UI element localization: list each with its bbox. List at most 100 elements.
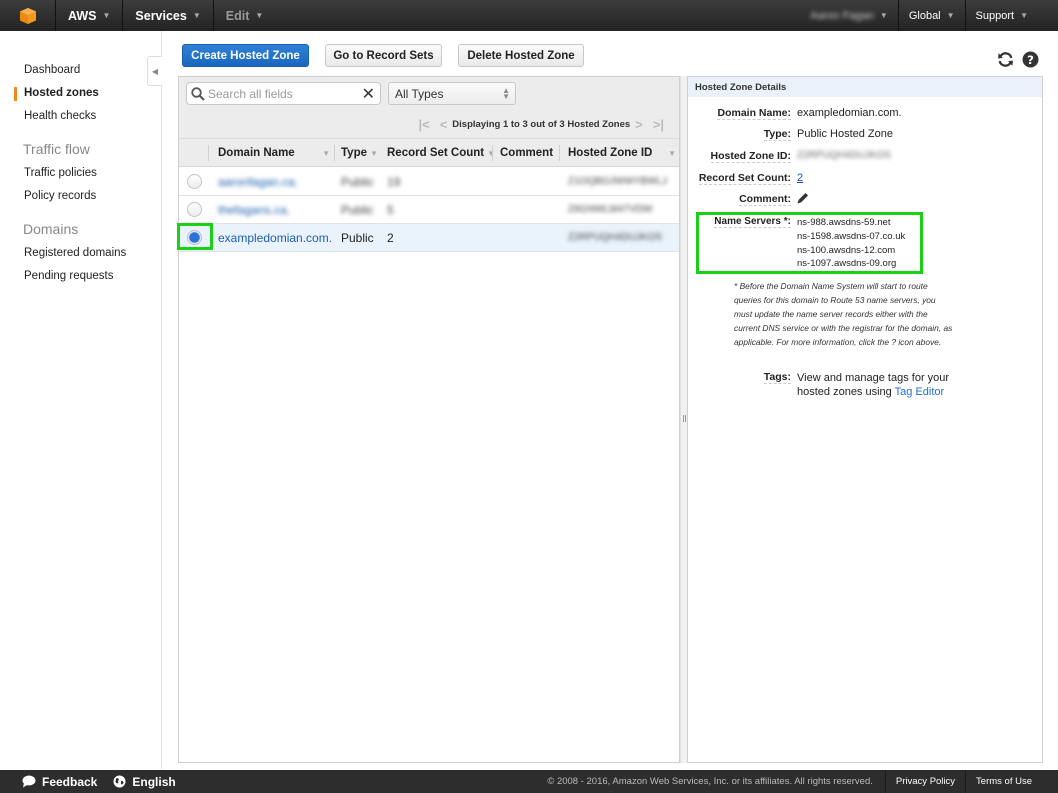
- edit-menu-label: Edit: [225, 8, 250, 23]
- aws-menu[interactable]: AWS ▼: [56, 0, 124, 31]
- table-row[interactable]: thefagans.ca. Public 5 Z6GNWLM47VDW: [179, 196, 679, 224]
- type-value: Public Hosted Zone: [797, 128, 893, 140]
- sidebar-item-policy-records[interactable]: Policy records: [24, 190, 96, 202]
- sidebar: Dashboard Hosted zones Health checks Tra…: [0, 31, 162, 769]
- table-header: Domain Name ▼ Type ▼ Record Set Count ▼ …: [179, 139, 679, 167]
- type-cell: Public: [341, 230, 374, 245]
- record-set-count-label: Record Set Count:: [698, 172, 791, 185]
- hosted-zone-id-label: Hosted Zone ID:: [710, 150, 791, 163]
- highlight-box-name-servers: [696, 212, 923, 274]
- column-divider: [559, 145, 560, 161]
- zone-id-cell: Z2RPUQH4DUJKOS: [568, 232, 662, 243]
- language-label: English: [132, 774, 176, 789]
- feedback-button[interactable]: Feedback: [0, 770, 105, 793]
- edit-comment-button[interactable]: [797, 192, 809, 207]
- table-row-selected[interactable]: exampledomian.com. Public 2 Z2RPUQH4DUJK…: [179, 224, 679, 252]
- chevron-down-icon: ▼: [1020, 11, 1028, 20]
- first-page-icon[interactable]: |<: [418, 117, 429, 132]
- hosted-zone-details-panel: Hosted Zone Details Domain Name: example…: [687, 76, 1043, 763]
- services-menu-label: Services: [135, 8, 187, 23]
- go-to-record-sets-button[interactable]: Go to Record Sets: [325, 44, 442, 67]
- pagination: |< < Displaying 1 to 3 out of 3 Hosted Z…: [413, 117, 669, 132]
- last-page-icon[interactable]: >|: [653, 117, 664, 132]
- domain-name-value: exampledomian.com.: [797, 107, 902, 119]
- column-label: Domain Name: [218, 147, 295, 159]
- type-filter-value: All Types: [395, 86, 444, 101]
- aws-logo[interactable]: [0, 0, 56, 31]
- domain-name-link[interactable]: aaronfagan.ca.: [218, 168, 298, 195]
- edit-menu[interactable]: Edit ▼: [214, 0, 276, 31]
- speech-bubble-icon: [22, 775, 36, 788]
- language-button[interactable]: English: [105, 770, 183, 793]
- copyright-text: © 2008 - 2016, Amazon Web Services, Inc.…: [547, 776, 873, 787]
- sidebar-collapse-button[interactable]: ◀: [147, 56, 162, 86]
- privacy-policy-link[interactable]: Privacy Policy: [884, 770, 965, 793]
- sidebar-item-dashboard[interactable]: Dashboard: [24, 64, 80, 76]
- column-label: Type: [341, 147, 367, 159]
- svg-text:?: ?: [1027, 52, 1034, 66]
- clear-search-icon[interactable]: ✕: [362, 84, 375, 104]
- record-count-cell: 5: [387, 202, 394, 217]
- chevron-down-icon: ▼: [255, 11, 264, 20]
- chevron-down-icon: ▼: [192, 11, 201, 20]
- search-box[interactable]: Search all fields ✕: [186, 82, 381, 105]
- highlight-box-radio: [177, 223, 213, 250]
- filter-bar: Search all fields ✕ All Types ▲ ▼ |< < Di…: [179, 77, 679, 139]
- aws-menu-label: AWS: [68, 8, 97, 23]
- row-select-radio[interactable]: [187, 202, 202, 217]
- domain-name-link[interactable]: exampledomian.com.: [218, 224, 332, 251]
- column-header-hosted-zone-id[interactable]: Hosted Zone ID ▼: [568, 139, 676, 167]
- select-arrows-icon: ▲ ▼: [502, 85, 510, 101]
- tag-editor-link[interactable]: Tag Editor: [895, 386, 945, 398]
- drag-handle-icon[interactable]: [683, 415, 686, 422]
- search-input[interactable]: Search all fields: [208, 87, 362, 101]
- table-row[interactable]: aaronfagan.ca. Public 19 Z1OQBOJWWYBWLJ: [179, 168, 679, 196]
- type-filter-select[interactable]: All Types ▲ ▼: [388, 82, 516, 105]
- hosted-zones-list-panel: Search all fields ✕ All Types ▲ ▼ |< < Di…: [177, 76, 680, 763]
- comment-label: Comment:: [739, 193, 791, 206]
- account-menu[interactable]: Aaron Fagan ▼: [800, 0, 898, 31]
- chevron-down-icon: ▼: [879, 11, 888, 20]
- sidebar-item-pending-requests[interactable]: Pending requests: [24, 270, 114, 282]
- hosted-zone-id-value: Z2RPUQH4DUJKOS: [797, 150, 891, 161]
- name-servers-note: * Before the Domain Name System will sta…: [734, 281, 953, 347]
- create-hosted-zone-button[interactable]: Create Hosted Zone: [182, 44, 309, 67]
- chevron-left-icon: ◀: [151, 66, 159, 76]
- region-menu[interactable]: Global ▼: [897, 0, 965, 31]
- sidebar-item-traffic-policies[interactable]: Traffic policies: [24, 167, 97, 179]
- domain-name-link[interactable]: thefagans.ca.: [218, 196, 290, 223]
- column-header-comment[interactable]: Comment: [500, 139, 553, 167]
- delete-hosted-zone-button[interactable]: Delete Hosted Zone: [458, 44, 584, 67]
- record-set-count-link[interactable]: 2: [797, 172, 803, 184]
- type-label: Type:: [763, 128, 791, 141]
- sidebar-item-health-checks[interactable]: Health checks: [24, 110, 96, 122]
- sidebar-item-hosted-zones[interactable]: Hosted zones: [24, 87, 99, 99]
- row-select-radio[interactable]: [187, 174, 202, 189]
- type-cell: Public: [341, 174, 374, 189]
- sort-icon: ▼: [668, 148, 676, 158]
- column-header-domain-name[interactable]: Domain Name ▼: [218, 139, 330, 167]
- help-icon: ?: [1022, 51, 1038, 67]
- services-menu[interactable]: Services ▼: [123, 0, 214, 31]
- sidebar-section-domains: Domains: [23, 221, 79, 237]
- details-title: Hosted Zone Details: [688, 77, 1042, 97]
- chevron-down-icon: ▼: [946, 11, 955, 20]
- sidebar-item-registered-domains[interactable]: Registered domains: [24, 247, 126, 259]
- panel-splitter[interactable]: [680, 76, 687, 763]
- column-header-type[interactable]: Type ▼: [341, 139, 378, 167]
- active-indicator: [14, 87, 17, 101]
- help-button[interactable]: ?: [1021, 50, 1039, 68]
- next-page-icon[interactable]: >: [635, 117, 643, 132]
- type-cell: Public: [341, 202, 374, 217]
- support-menu[interactable]: Support ▼: [964, 0, 1058, 31]
- domain-name-label: Domain Name:: [717, 107, 791, 120]
- zone-id-cell: Z6GNWLM47VDW: [568, 204, 653, 215]
- chevron-down-icon: ▼: [102, 11, 111, 20]
- column-header-record-set-count[interactable]: Record Set Count ▼: [387, 139, 495, 167]
- refresh-icon: [997, 51, 1013, 67]
- sort-icon: ▼: [322, 148, 330, 158]
- prev-page-icon[interactable]: <: [440, 117, 448, 132]
- refresh-button[interactable]: [996, 50, 1014, 68]
- terms-of-use-link[interactable]: Terms of Use: [965, 770, 1058, 793]
- account-name: Aaron Fagan: [810, 9, 874, 22]
